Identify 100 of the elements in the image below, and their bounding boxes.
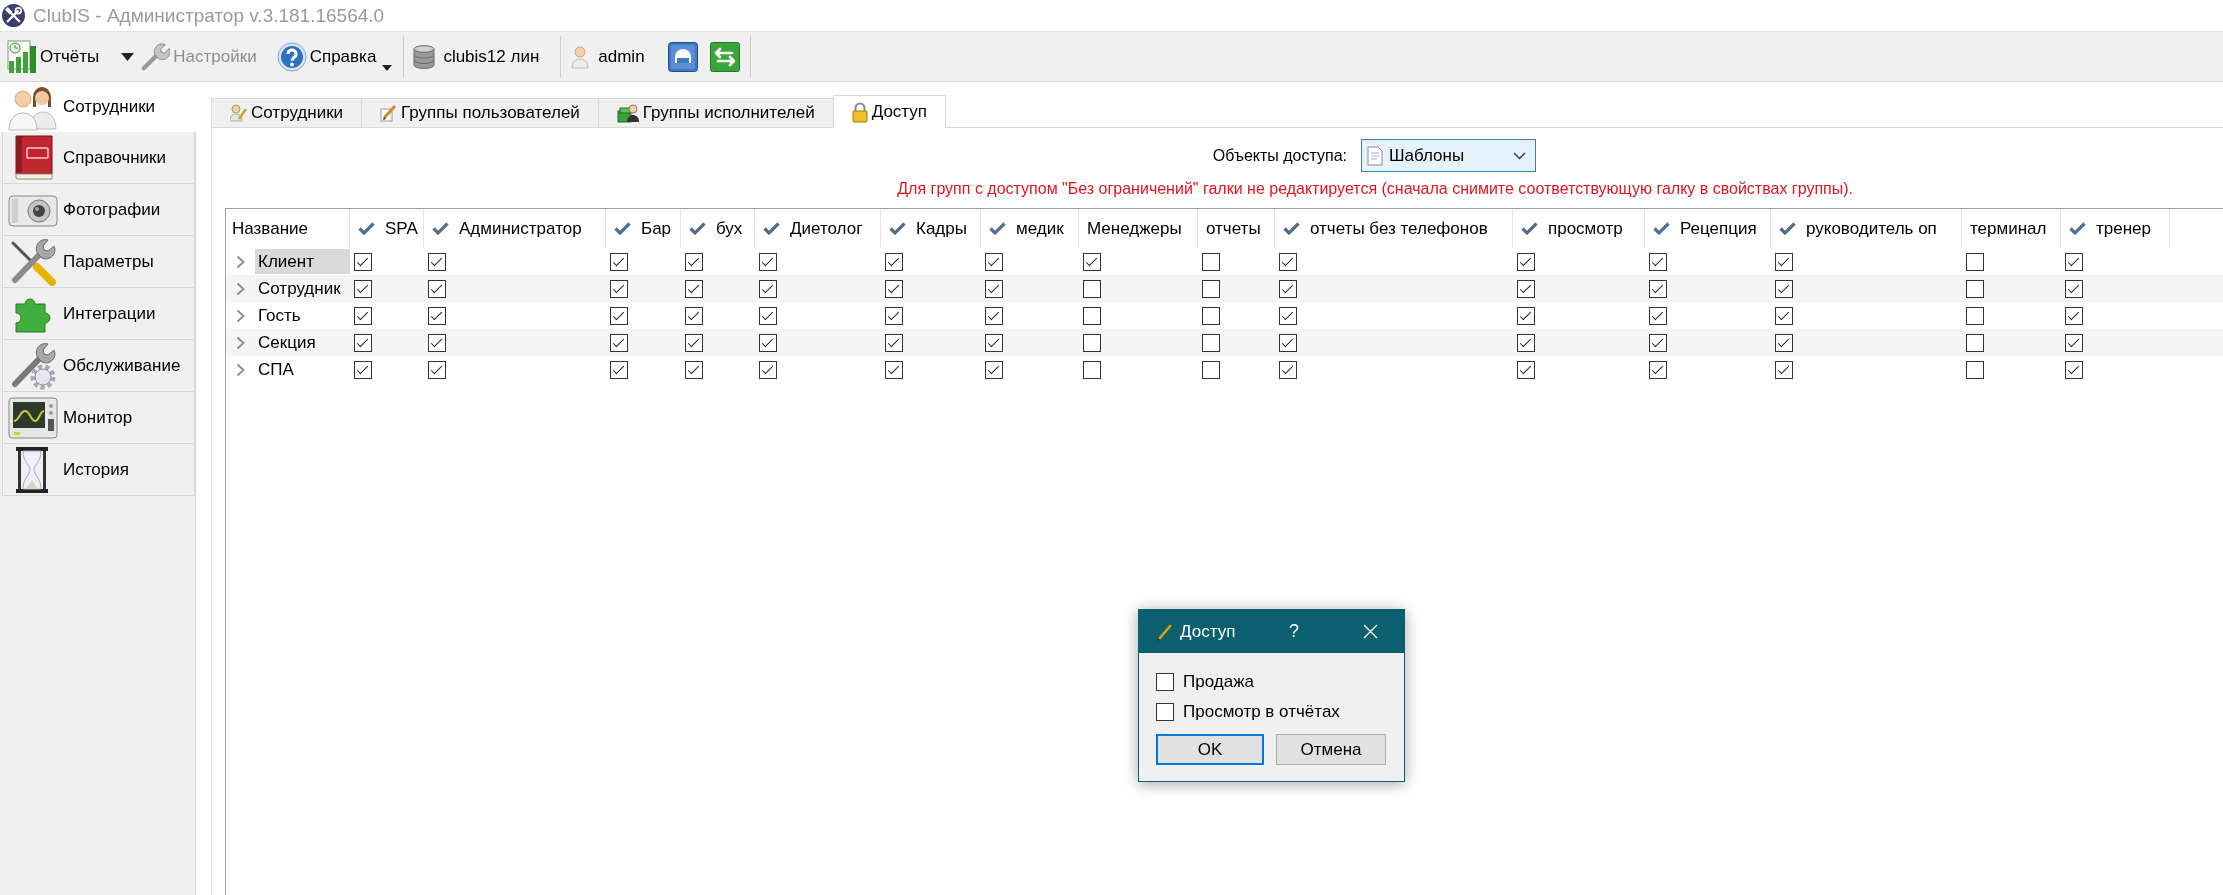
checkbox[interactable] — [1156, 703, 1174, 721]
checkbox[interactable] — [1649, 306, 1667, 325]
sidebar-item[interactable]: Фотографии — [2, 184, 195, 236]
checkbox[interactable] — [1202, 279, 1220, 298]
tree-item[interactable]: Клиент — [255, 249, 350, 274]
checkbox[interactable] — [428, 252, 446, 271]
chevron-icon[interactable] — [236, 308, 245, 323]
chevron-icon[interactable] — [236, 335, 245, 350]
checkbox[interactable] — [1279, 333, 1297, 352]
sidebar-item[interactable]: Обслуживание — [2, 340, 195, 392]
sidebar-item[interactable]: Монитор — [2, 392, 195, 444]
checkbox[interactable] — [1966, 279, 1984, 298]
checkbox[interactable] — [1775, 333, 1793, 352]
checkbox[interactable] — [759, 333, 777, 352]
checkbox[interactable] — [428, 279, 446, 298]
sidebar-item[interactable]: Интеграции — [2, 288, 195, 340]
checkbox[interactable] — [1966, 360, 1984, 379]
checkbox[interactable] — [685, 279, 703, 298]
tree-item[interactable]: Сотрудник — [255, 276, 350, 301]
checkbox[interactable] — [1202, 306, 1220, 325]
checkbox[interactable] — [1279, 252, 1297, 271]
checkbox[interactable] — [759, 306, 777, 325]
ok-button[interactable]: OK — [1156, 734, 1264, 765]
checkbox[interactable] — [759, 252, 777, 271]
checkbox[interactable] — [1083, 333, 1101, 352]
reports-button[interactable]: Отчёты — [4, 34, 103, 79]
checkbox[interactable] — [1966, 333, 1984, 352]
checkbox[interactable] — [1775, 306, 1793, 325]
padlock-icon[interactable] — [667, 41, 698, 72]
checkbox[interactable] — [885, 306, 903, 325]
checkbox[interactable] — [1649, 333, 1667, 352]
checkbox[interactable] — [1083, 306, 1101, 325]
checkbox[interactable] — [985, 333, 1003, 352]
arrows-icon[interactable] — [709, 41, 740, 72]
checkbox[interactable] — [1156, 673, 1174, 691]
checkbox[interactable] — [1517, 279, 1535, 298]
checkbox[interactable] — [1649, 252, 1667, 271]
checkbox[interactable] — [685, 306, 703, 325]
checkbox[interactable] — [1517, 333, 1535, 352]
checkbox[interactable] — [885, 333, 903, 352]
tree-item[interactable]: Гость — [255, 303, 350, 328]
checkbox[interactable] — [1279, 306, 1297, 325]
checkbox[interactable] — [2065, 360, 2083, 379]
checkbox[interactable] — [1966, 306, 1984, 325]
checkbox[interactable] — [428, 360, 446, 379]
help-button[interactable]: ? — [1289, 621, 1299, 642]
user-button[interactable]: admin — [567, 34, 648, 79]
checkbox[interactable] — [2065, 306, 2083, 325]
checkbox[interactable] — [354, 360, 372, 379]
tab[interactable]: Группы исполнителей — [597, 98, 834, 127]
checkbox[interactable] — [759, 279, 777, 298]
checkbox[interactable] — [685, 360, 703, 379]
checkbox-label[interactable]: Просмотр в отчётах — [1183, 702, 1340, 722]
sidebar-item[interactable]: Справочники — [2, 132, 195, 184]
checkbox[interactable] — [610, 360, 628, 379]
checkbox[interactable] — [428, 333, 446, 352]
checkbox[interactable] — [610, 279, 628, 298]
checkbox[interactable] — [1517, 306, 1535, 325]
tree-item[interactable]: Секция — [255, 330, 350, 355]
checkbox[interactable] — [685, 333, 703, 352]
checkbox[interactable] — [354, 333, 372, 352]
checkbox[interactable] — [2065, 279, 2083, 298]
close-icon[interactable] — [1363, 624, 1378, 639]
checkbox[interactable] — [985, 252, 1003, 271]
tree-item[interactable]: СПА — [255, 357, 350, 382]
checkbox[interactable] — [985, 306, 1003, 325]
checkbox[interactable] — [610, 333, 628, 352]
checkbox[interactable] — [2065, 252, 2083, 271]
checkbox[interactable] — [1279, 279, 1297, 298]
tab[interactable]: Сотрудники — [211, 98, 363, 127]
cancel-button[interactable]: Отмена — [1276, 734, 1386, 765]
checkbox[interactable] — [1775, 252, 1793, 271]
tab[interactable]: Доступ — [832, 95, 946, 128]
chevron-icon[interactable] — [236, 254, 245, 269]
checkbox[interactable] — [1083, 360, 1101, 379]
checkbox[interactable] — [1202, 360, 1220, 379]
checkbox[interactable] — [1517, 360, 1535, 379]
sidebar-item[interactable]: Параметры — [2, 236, 195, 288]
checkbox[interactable] — [1649, 360, 1667, 379]
checkbox[interactable] — [2065, 333, 2083, 352]
tab[interactable]: Группы пользователей — [361, 98, 599, 127]
checkbox[interactable] — [1775, 360, 1793, 379]
sidebar-item[interactable]: История — [2, 444, 195, 496]
checkbox[interactable] — [1649, 279, 1667, 298]
access-objects-dropdown[interactable]: Шаблоны — [1361, 139, 1536, 172]
database-button[interactable]: clubis12 лин — [410, 34, 543, 79]
checkbox[interactable] — [885, 279, 903, 298]
checkbox[interactable] — [428, 306, 446, 325]
checkbox[interactable] — [885, 252, 903, 271]
checkbox[interactable] — [685, 252, 703, 271]
chevron-icon[interactable] — [236, 362, 245, 377]
checkbox[interactable] — [1202, 333, 1220, 352]
checkbox[interactable] — [759, 360, 777, 379]
checkbox[interactable] — [1966, 252, 1984, 271]
checkbox[interactable] — [354, 252, 372, 271]
checkbox[interactable] — [610, 252, 628, 271]
checkbox[interactable] — [985, 279, 1003, 298]
checkbox-label[interactable]: Продажа — [1183, 672, 1254, 692]
checkbox[interactable] — [1083, 279, 1101, 298]
caret-icon[interactable] — [121, 52, 135, 61]
